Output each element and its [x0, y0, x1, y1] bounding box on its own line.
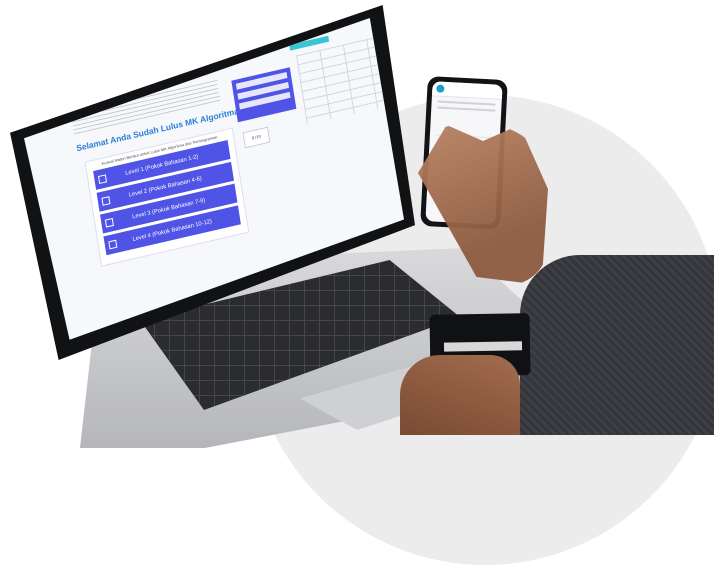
welcome-link[interactable]: Belum Lulus? Tinjau Ulang — [251, 18, 298, 32]
progress-panel — [231, 67, 297, 123]
book-icon — [97, 174, 108, 185]
breadcrumb[interactable]: Beranda / Lihat Materi / Level 1 Pokok — [85, 58, 152, 78]
book-icon — [108, 239, 118, 250]
university-logo — [64, 68, 81, 86]
book-icon — [104, 217, 114, 228]
signature-strip — [443, 341, 523, 352]
sweater-sleeve — [520, 255, 714, 435]
hand-holding-card — [400, 355, 520, 435]
score-box: 8 /10 — [242, 126, 271, 149]
phone-text-line — [437, 106, 496, 112]
book-icon — [101, 196, 111, 206]
phone-text-line — [437, 100, 496, 106]
level-panel: Kuasai Materi Berikut untuk Lulus MK Alg… — [84, 127, 250, 267]
